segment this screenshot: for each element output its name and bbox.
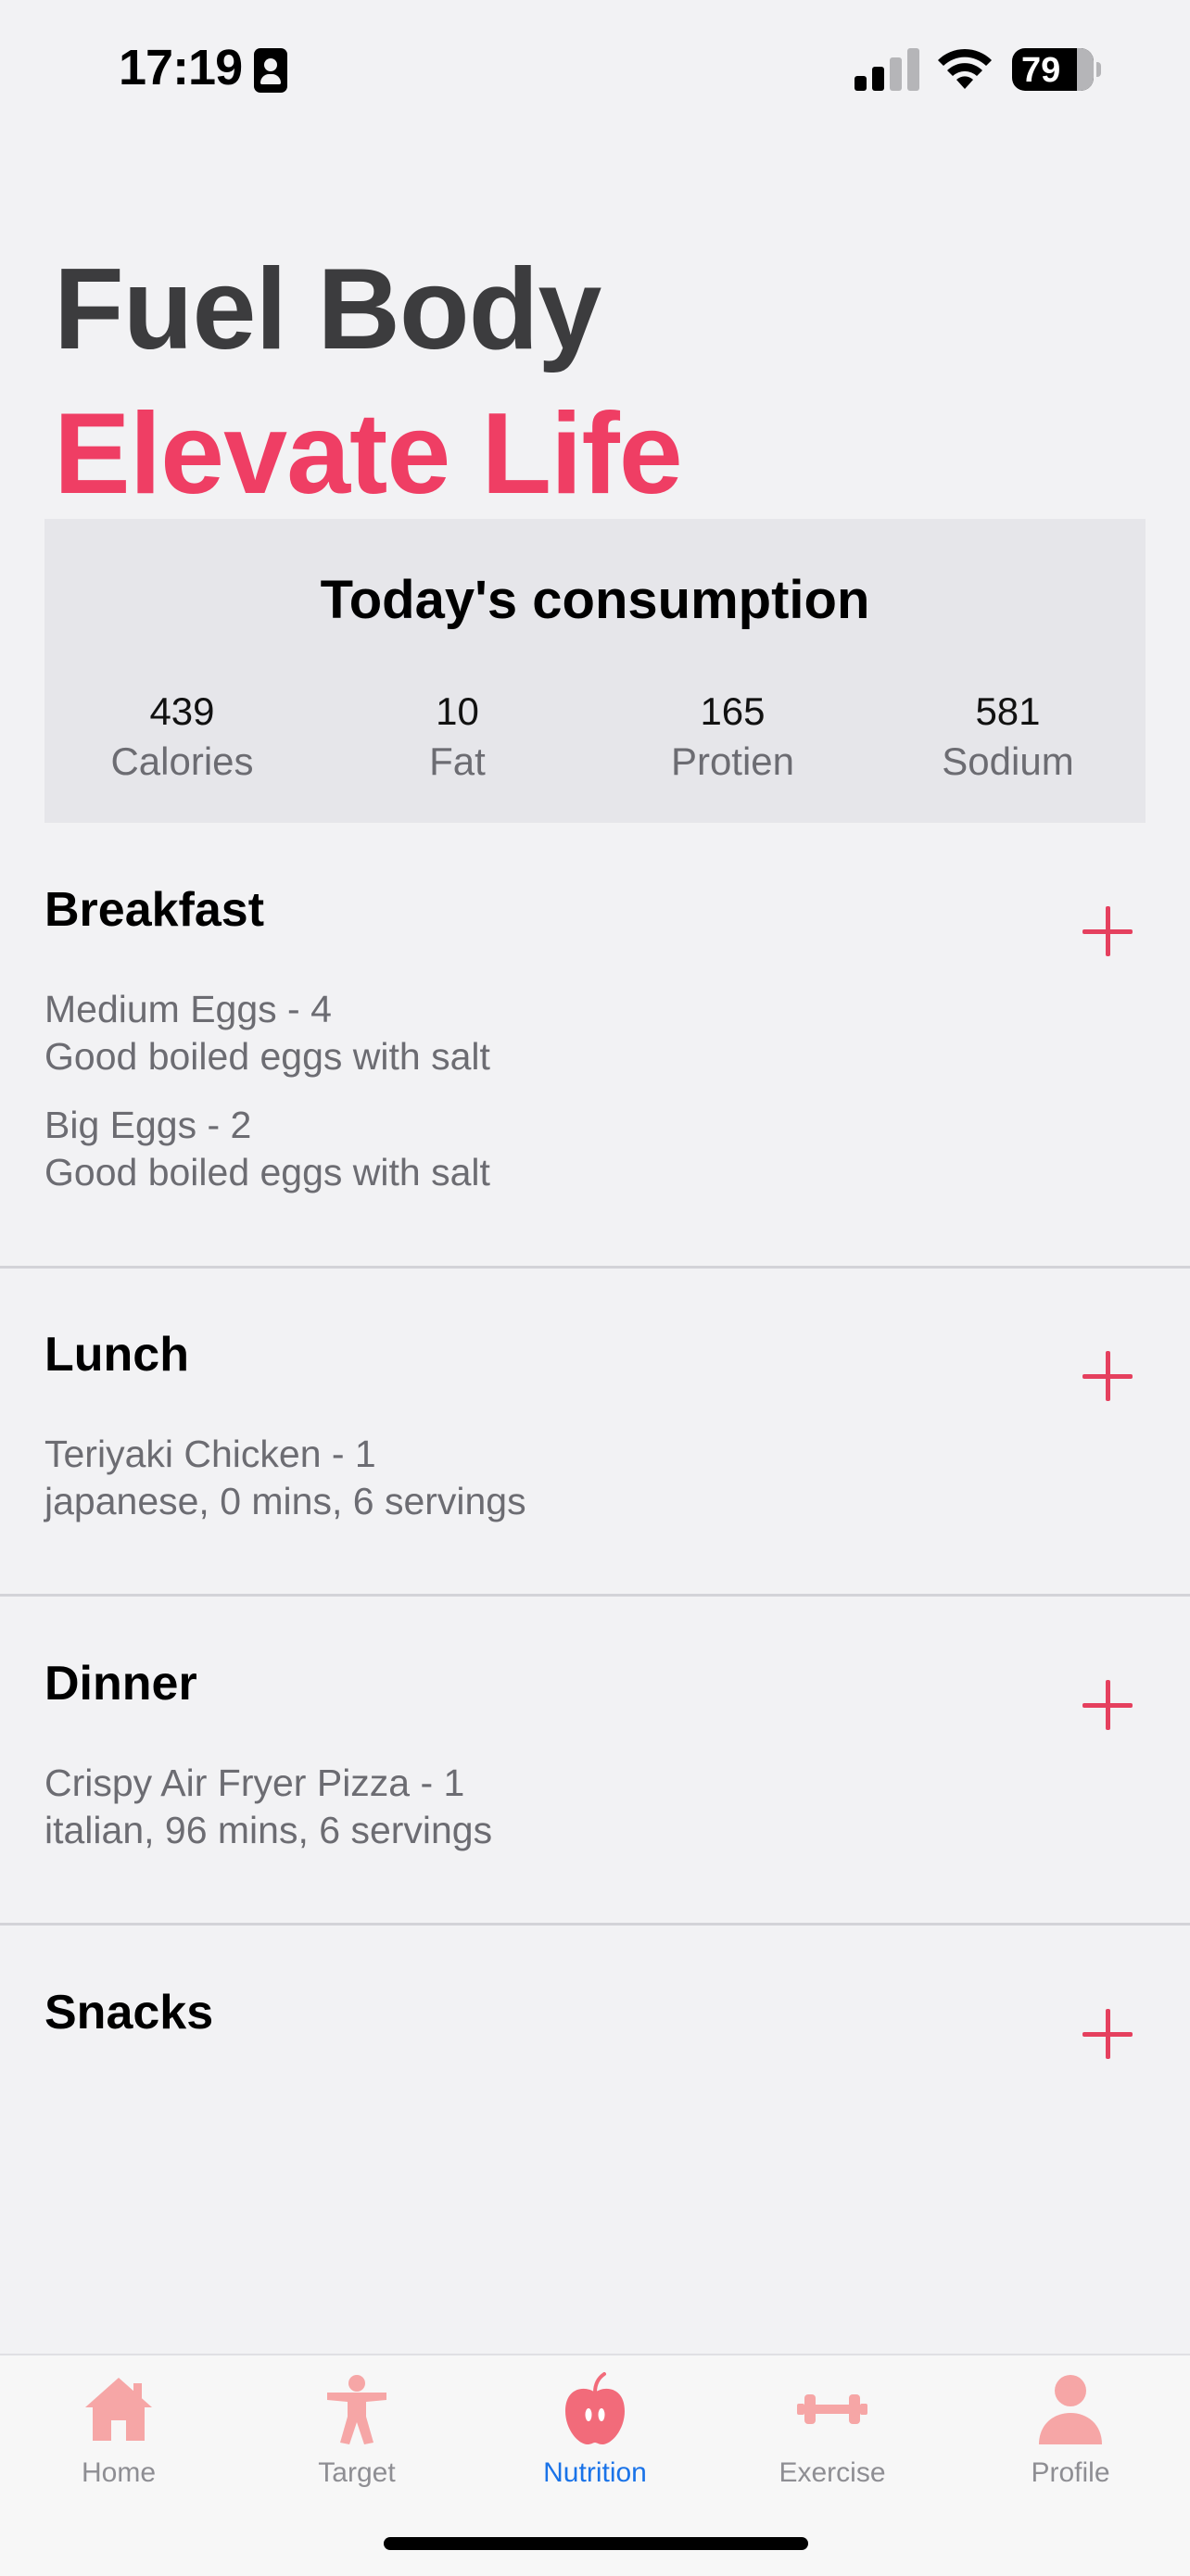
food-name: Big Eggs - 2 [44,1104,252,1146]
food-description: italian, 96 mins, 6 servings [44,1809,493,1851]
food-name: Crispy Air Fryer Pizza - 1 [44,1762,465,1804]
tab-profile[interactable]: Profile [978,2372,1163,2502]
meal-title: Breakfast [44,883,265,937]
status-bar: 17:19 79 [0,0,1190,139]
hero-title: Fuel Body [54,246,601,373]
food-name: Medium Eggs - 4 [44,988,332,1030]
food-item[interactable]: Teriyaki Chicken - 1 japanese, 0 mins, 6… [44,1431,526,1525]
section-divider [0,1266,1190,1269]
tab-label: Target [318,2457,396,2488]
add-dinner-button[interactable] [1079,1676,1136,1734]
apple-icon [565,2372,625,2444]
metric-value: 165 [700,689,766,733]
person-icon [1039,2375,1102,2444]
metric-label: Sodium [942,739,1074,783]
cellular-signal-icon [855,48,919,91]
hero-subtitle-word-2: Life [481,390,682,518]
food-item[interactable]: Medium Eggs - 4 Good boiled eggs with sa… [44,986,490,1080]
add-lunch-button[interactable] [1079,1347,1136,1405]
metric-sodium: 581 Sodium [870,686,1146,786]
metric-label: Calories [110,739,254,783]
section-divider [0,1594,1190,1597]
tab-label: Nutrition [543,2457,647,2488]
add-snacks-button[interactable] [1079,2005,1136,2063]
metric-calories: 439 Calories [44,686,320,786]
meal-title: Snacks [44,1986,214,2039]
food-description: Good boiled eggs with salt [44,1151,490,1193]
food-description: japanese, 0 mins, 6 servings [44,1480,526,1522]
contact-card-icon [254,48,287,93]
food-item[interactable]: Crispy Air Fryer Pizza - 1 italian, 96 m… [44,1760,492,1854]
person-stretch-icon [327,2375,386,2444]
metric-protein: 165 Protien [595,686,870,786]
dumbbell-icon [797,2394,867,2424]
tab-exercise[interactable]: Exercise [740,2372,925,2502]
add-breakfast-button[interactable] [1079,903,1136,960]
consumption-title: Today's consumption [320,570,870,630]
tab-label: Profile [1031,2457,1110,2488]
metric-value: 439 [149,689,215,733]
meal-title: Lunch [44,1328,189,1382]
meal-title: Dinner [44,1657,197,1711]
metric-value: 581 [975,689,1041,733]
tab-nutrition[interactable]: Nutrition [502,2372,688,2502]
hero-subtitle-word-1: Elevate [54,390,450,518]
home-indicator [384,2537,808,2550]
metric-label: Fat [429,739,486,783]
status-time: 17:19 [119,40,243,95]
consumption-card: Today's consumption 439 Calories 10 Fat … [44,519,1146,823]
food-description: Good boiled eggs with salt [44,1035,490,1078]
metric-fat: 10 Fat [320,686,595,786]
metric-label: Protien [670,739,795,783]
tab-label: Home [81,2457,157,2488]
metric-value: 10 [436,689,479,733]
tab-home[interactable]: Home [26,2372,211,2502]
tab-label: Exercise [779,2457,886,2488]
wifi-icon [938,48,992,89]
tab-target[interactable]: Target [264,2372,449,2502]
food-name: Teriyaki Chicken - 1 [44,1433,376,1475]
battery-level: 79 [1021,51,1061,90]
section-divider [0,1923,1190,1926]
hero-subtitle: Elevate Life [54,397,683,511]
battery-icon: 79 [1012,48,1101,91]
food-item[interactable]: Big Eggs - 2 Good boiled eggs with salt [44,1102,490,1196]
house-icon [85,2378,152,2441]
